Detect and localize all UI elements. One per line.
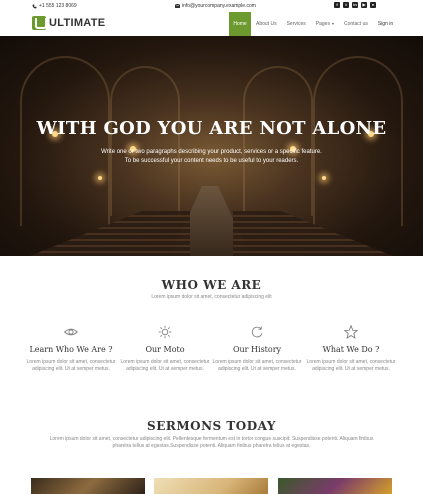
- phone-info: +1 555 123 8069: [32, 3, 77, 9]
- who-we-are-title: WHO WE ARE: [161, 278, 262, 292]
- nav-menu: Home About Us Services Pages Contact us …: [229, 12, 398, 36]
- sermons-title: SERMONS TODAY: [147, 419, 276, 433]
- who-we-are-subtitle: Lorem ipsum dolor sit amet, consectetur …: [151, 294, 272, 300]
- feature-text: Lorem ipsum dolor sit amet, consectetur …: [212, 359, 302, 372]
- feature-title: What We Do ?: [322, 345, 380, 354]
- sermon-thumbnail[interactable]: [31, 478, 145, 494]
- top-utility-bar: +1 555 123 8069 info@yourcompany.example…: [0, 0, 423, 12]
- github-icon[interactable]: ●: [370, 2, 376, 8]
- chevron-down-icon: [331, 23, 334, 25]
- phone-number: +1 555 123 8069: [39, 3, 77, 9]
- sermon-thumbnail[interactable]: [278, 478, 392, 494]
- hero-arch: [243, 66, 313, 216]
- nav-item-home[interactable]: Home: [229, 12, 251, 36]
- feature-card: Our History Lorem ipsum dolor sit amet, …: [211, 325, 303, 373]
- star-icon: [344, 325, 358, 339]
- twitter-icon[interactable]: t: [343, 2, 349, 8]
- brand-logo[interactable]: ULTIMATE: [32, 16, 105, 30]
- chandelier-light: [98, 176, 102, 180]
- eye-icon: [64, 328, 78, 336]
- nav-item-services[interactable]: Services: [282, 12, 311, 36]
- nav-item-pages[interactable]: Pages: [311, 12, 339, 36]
- feature-text: Lorem ipsum dolor sit amet, consectetur …: [306, 359, 396, 372]
- feature-title: Our History: [232, 345, 282, 354]
- sign-in-link[interactable]: Sign in: [373, 12, 398, 36]
- envelope-icon: [175, 4, 180, 8]
- sun-icon: [158, 325, 172, 339]
- nav-item-contact-us[interactable]: Contact us: [339, 12, 373, 36]
- phone-icon: [32, 4, 37, 8]
- feature-card: What We Do ? Lorem ipsum dolor sit amet,…: [305, 325, 397, 373]
- social-links: f t in ▶ ●: [334, 2, 376, 8]
- feature-card: Learn Who We Are ? Lorem ipsum dolor sit…: [25, 325, 117, 373]
- feature-title: Our Moto: [145, 345, 185, 354]
- hero-title: WITH GOD YOU ARE NOT ALONE: [36, 118, 387, 139]
- email-address[interactable]: info@yourcompany.example.com: [182, 3, 256, 9]
- feature-title: Learn Who We Are ?: [29, 345, 113, 354]
- main-navbar: ULTIMATE Home About Us Services Pages Co…: [0, 12, 423, 36]
- hero-banner: WITH GOD YOU ARE NOT ALONE Write one or …: [0, 36, 423, 256]
- youtube-icon[interactable]: ▶: [361, 2, 367, 8]
- sermon-thumbnail[interactable]: [154, 478, 268, 494]
- hero-arch: [20, 56, 110, 226]
- feature-text: Lorem ipsum dolor sit amet, consectetur …: [26, 359, 116, 372]
- feature-card: Our Moto Lorem ipsum dolor sit amet, con…: [119, 325, 211, 373]
- nav-item-pages-label: Pages: [315, 21, 330, 27]
- brand-name: ULTIMATE: [49, 17, 106, 29]
- hero-text: Write one or two paragraphs describing y…: [101, 149, 322, 164]
- logo-icon: [32, 16, 47, 30]
- linkedin-icon[interactable]: in: [352, 2, 358, 8]
- hero-arch: [313, 56, 403, 226]
- hero-arch: [110, 66, 180, 216]
- chandelier-light: [322, 176, 326, 180]
- refresh-icon: [251, 326, 263, 338]
- sermons-text: Lorem ipsum dolor sit amet, consectetur …: [49, 436, 374, 449]
- feature-text: Lorem ipsum dolor sit amet, consectetur …: [120, 359, 210, 372]
- facebook-icon[interactable]: f: [334, 2, 340, 8]
- email-info: info@yourcompany.example.com: [175, 3, 256, 9]
- nav-item-about-us[interactable]: About Us: [251, 12, 282, 36]
